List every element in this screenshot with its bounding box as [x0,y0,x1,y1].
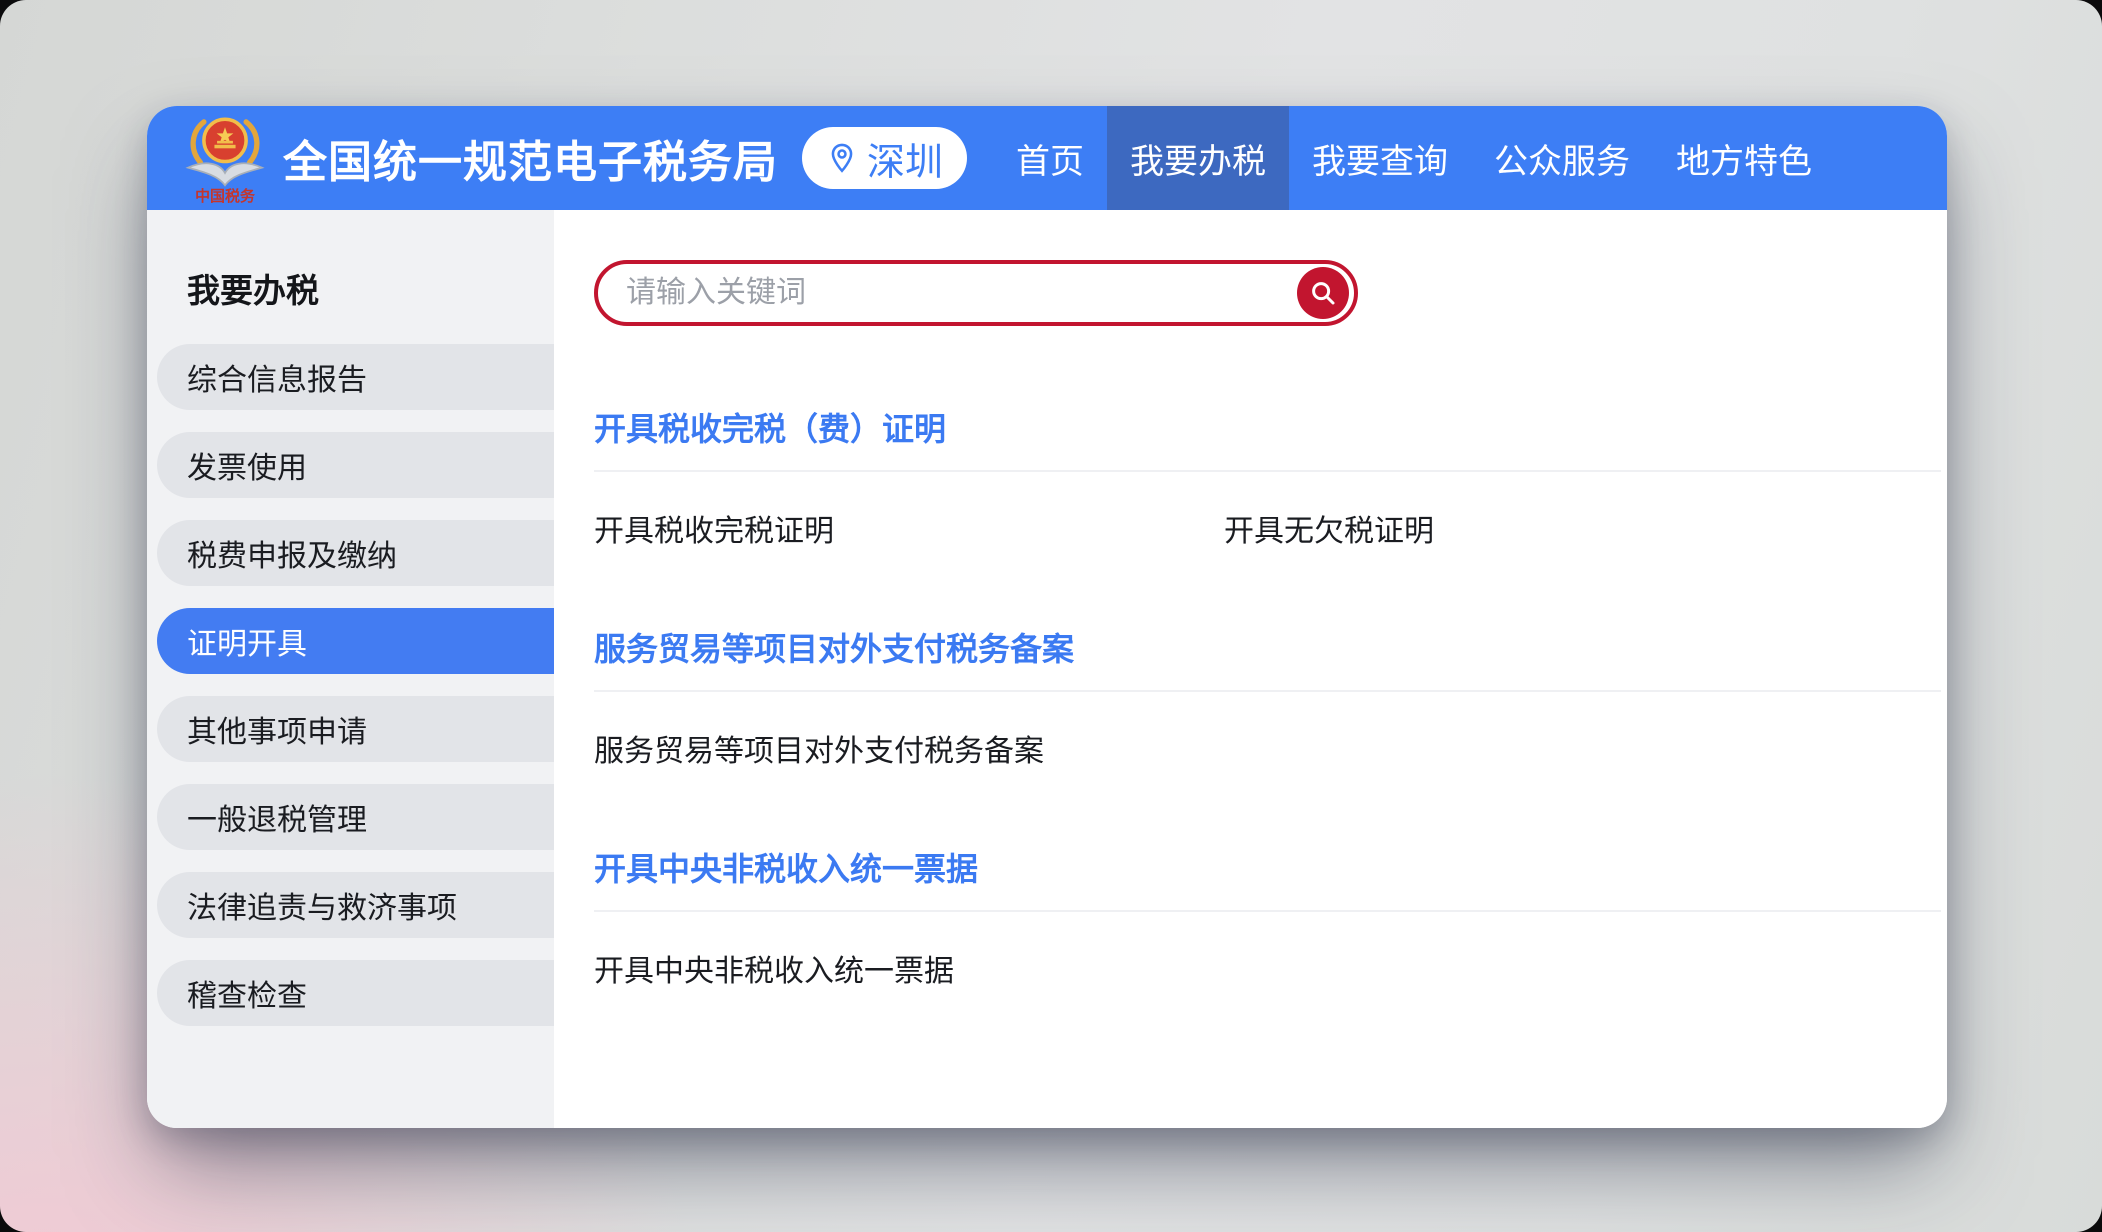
search-icon [1308,278,1338,308]
brand: 中国税务 全国统一规范电子税务局 深圳 [147,106,967,210]
section-heading-link[interactable]: 开具税收完税（费）证明 [594,404,946,450]
nav-item[interactable]: 首页 [993,106,1107,210]
sections: 开具税收完税（费）证明开具税收完税证明 开具无欠税证明服务贸易等项目对外支付税务备… [594,404,1947,990]
sidebar-item[interactable]: 证明开具 [157,608,554,674]
nav-item[interactable]: 地方特色 [1653,106,1835,210]
nav-item[interactable]: 我要查询 [1289,106,1471,210]
search-button[interactable] [1297,267,1349,319]
sidebar-list: 综合信息报告发票使用税费申报及缴纳证明开具其他事项申请一般退税管理法律追责与救济… [147,344,554,1026]
section-heading-link[interactable]: 开具中央非税收入统一票据 [594,844,978,890]
app-title: 全国统一规范电子税务局 [283,126,778,190]
service-section: 服务贸易等项目对外支付税务备案服务贸易等项目对外支付税务备案 [594,624,1947,770]
nav-item[interactable]: 我要办税 [1107,106,1289,210]
tax-bureau-logo: 中国税务 [181,111,269,205]
service-link[interactable]: 开具无欠税证明 [1224,506,1434,550]
service-link[interactable]: 开具税收完税证明 [594,506,834,550]
primary-nav: 首页我要办税我要查询公众服务地方特色 [993,106,1835,210]
window-body: 我要办税 综合信息报告发票使用税费申报及缴纳证明开具其他事项申请一般退税管理法律… [147,210,1947,1128]
sidebar-item[interactable]: 法律追责与救济事项 [157,872,554,938]
location-pin-icon [826,142,858,174]
app-window: 中国税务 全国统一规范电子税务局 深圳 首页我要办税我要查询公众服务地方特色 我… [147,106,1947,1128]
section-divider [594,910,1941,912]
logo-subtext: 中国税务 [195,187,255,205]
desktop-background: 中国税务 全国统一规范电子税务局 深圳 首页我要办税我要查询公众服务地方特色 我… [0,0,2102,1232]
sidebar: 我要办税 综合信息报告发票使用税费申报及缴纳证明开具其他事项申请一般退税管理法律… [147,210,554,1128]
sidebar-item[interactable]: 一般退税管理 [157,784,554,850]
sidebar-item[interactable]: 发票使用 [157,432,554,498]
service-link[interactable]: 服务贸易等项目对外支付税务备案 [594,726,1044,770]
sidebar-item[interactable]: 税费申报及缴纳 [157,520,554,586]
location-label: 深圳 [867,131,943,186]
search-bar [594,260,1358,326]
service-section: 开具税收完税（费）证明开具税收完税证明 开具无欠税证明 [594,404,1947,550]
main-content: 开具税收完税（费）证明开具税收完税证明 开具无欠税证明服务贸易等项目对外支付税务备… [554,210,1947,1128]
sidebar-item[interactable]: 其他事项申请 [157,696,554,762]
nav-item[interactable]: 公众服务 [1471,106,1653,210]
section-items-row: 开具税收完税证明 开具无欠税证明 [594,506,1947,550]
section-divider [594,690,1941,692]
service-link[interactable]: 开具中央非税收入统一票据 [594,946,954,990]
section-heading-link[interactable]: 服务贸易等项目对外支付税务备案 [594,624,1074,670]
search-input[interactable] [624,275,1284,311]
section-divider [594,470,1941,472]
section-items-row: 服务贸易等项目对外支付税务备案 [594,726,1947,770]
location-pill[interactable]: 深圳 [802,127,967,189]
sidebar-title: 我要办税 [187,264,554,312]
sidebar-item[interactable]: 综合信息报告 [157,344,554,410]
section-items-row: 开具中央非税收入统一票据 [594,946,1947,990]
service-section: 开具中央非税收入统一票据开具中央非税收入统一票据 [594,844,1947,990]
header: 中国税务 全国统一规范电子税务局 深圳 首页我要办税我要查询公众服务地方特色 [147,106,1947,210]
sidebar-item[interactable]: 稽查检查 [157,960,554,1026]
